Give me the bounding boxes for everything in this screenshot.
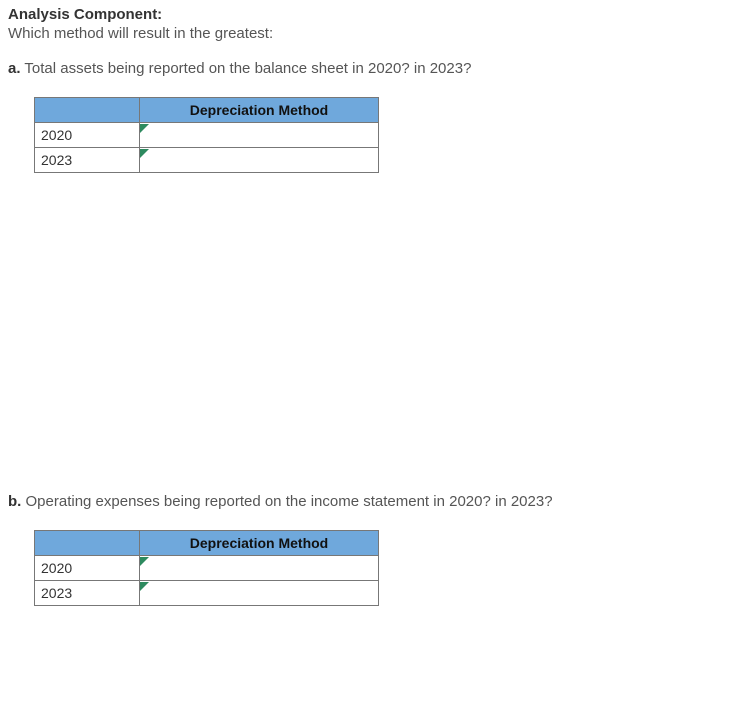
table-b-row-0-year: 2020: [35, 556, 140, 581]
question-a-letter: a.: [8, 60, 21, 77]
table-row: 2023: [35, 581, 379, 606]
question-b-text: Operating expenses being reported on the…: [26, 493, 553, 510]
table-b-wrap: Depreciation Method 2020 2023: [34, 530, 738, 606]
table-a-header-method: Depreciation Method: [140, 98, 379, 123]
question-a-text: Total assets being reported on the balan…: [24, 60, 471, 77]
chevron-down-icon: [140, 582, 149, 591]
table-b-row-1-dropdown[interactable]: [140, 581, 379, 606]
table-b: Depreciation Method 2020 2023: [34, 530, 379, 606]
analysis-subheading: Which method will result in the greatest…: [8, 25, 738, 42]
chevron-down-icon: [140, 557, 149, 566]
chevron-down-icon: [140, 124, 149, 133]
table-a-header-blank: [35, 98, 140, 123]
table-b-header-method: Depreciation Method: [140, 531, 379, 556]
table-a: Depreciation Method 2020 2023: [34, 97, 379, 173]
table-row: 2020: [35, 556, 379, 581]
table-a-row-1-year: 2023: [35, 148, 140, 173]
table-b-row-0-dropdown[interactable]: [140, 556, 379, 581]
analysis-heading: Analysis Component:: [8, 6, 738, 23]
table-a-row-0-year: 2020: [35, 123, 140, 148]
table-row: 2020: [35, 123, 379, 148]
question-b-letter: b.: [8, 493, 21, 510]
table-a-wrap: Depreciation Method 2020 2023: [34, 97, 738, 173]
question-b: b. Operating expenses being reported on …: [8, 493, 738, 510]
table-b-row-1-year: 2023: [35, 581, 140, 606]
chevron-down-icon: [140, 149, 149, 158]
question-a: a. Total assets being reported on the ba…: [8, 60, 738, 77]
table-b-header-blank: [35, 531, 140, 556]
table-a-row-0-dropdown[interactable]: [140, 123, 379, 148]
table-row: 2023: [35, 148, 379, 173]
table-a-row-1-dropdown[interactable]: [140, 148, 379, 173]
